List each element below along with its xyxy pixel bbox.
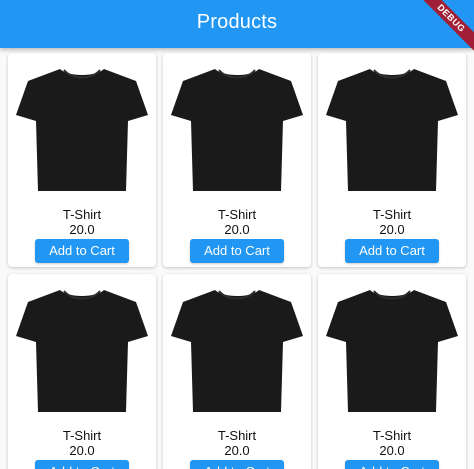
product-name: T-Shirt [62,428,102,443]
product-name: T-Shirt [217,428,257,443]
product-card: T-Shirt 20.0 Add to Cart [163,53,311,267]
add-to-cart-button[interactable]: Add to Cart [190,239,284,263]
product-name: T-Shirt [372,207,412,222]
product-price: 20.0 [379,222,405,237]
product-card: T-Shirt 20.0 Add to Cart [318,53,466,267]
add-to-cart-button[interactable]: Add to Cart [345,460,439,469]
product-name: T-Shirt [372,428,412,443]
tshirt-icon [171,69,303,191]
product-name: T-Shirt [217,207,257,222]
product-card: T-Shirt 20.0 Add to Cart [8,274,156,469]
add-to-cart-button[interactable]: Add to Cart [345,239,439,263]
page-title: Products [196,11,278,33]
product-price: 20.0 [224,222,250,237]
debug-banner: DEBUG [418,0,474,56]
product-price: 20.0 [224,443,250,458]
tshirt-icon [326,69,458,191]
product-price: 20.0 [69,443,95,458]
tshirt-icon [326,290,458,412]
product-price: 20.0 [379,443,405,458]
debug-ribbon-label: DEBUG [418,0,474,55]
product-card: T-Shirt 20.0 Add to Cart [163,274,311,469]
product-price: 20.0 [69,222,95,237]
tshirt-icon [171,290,303,412]
tshirt-icon [16,69,148,191]
product-card: T-Shirt 20.0 Add to Cart [8,53,156,267]
product-name: T-Shirt [62,207,102,222]
add-to-cart-button[interactable]: Add to Cart [35,239,129,263]
app-bar: Products [0,0,474,48]
product-grid: T-Shirt 20.0 Add to Cart T-Shirt 20.0 Ad… [0,48,474,469]
product-card: T-Shirt 20.0 Add to Cart [318,274,466,469]
add-to-cart-button[interactable]: Add to Cart [35,460,129,469]
app-window: Products DEBUG T-Shirt 20.0 Add to Cart … [0,0,474,469]
tshirt-icon [16,290,148,412]
add-to-cart-button[interactable]: Add to Cart [190,460,284,469]
